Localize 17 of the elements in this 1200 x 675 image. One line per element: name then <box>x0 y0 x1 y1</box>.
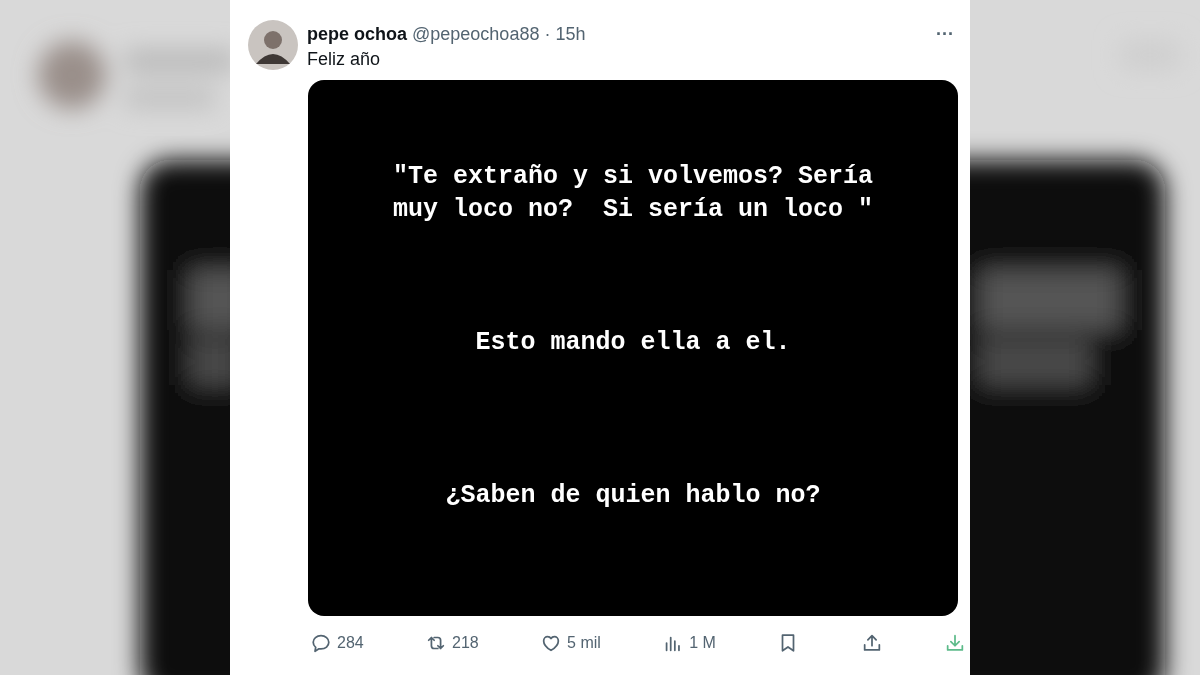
separator: · <box>544 24 551 45</box>
author-name[interactable]: pepe ochoa <box>307 24 408 45</box>
repost-button[interactable]: 218 <box>423 628 481 658</box>
image-caption: muy loco no? Si sería un loco " <box>392 194 874 226</box>
reply-button[interactable]: 284 <box>308 628 366 658</box>
image-caption: "Te extraño y si volvemos? Sería <box>392 161 874 193</box>
post-time[interactable]: 15h <box>555 24 586 45</box>
image-caption: ¿Saben de quien hablo no? <box>445 480 821 512</box>
like-button[interactable]: 5 mil <box>538 628 603 658</box>
avatar[interactable] <box>248 20 298 70</box>
author-handle[interactable]: @pepeochoa88 <box>412 24 540 45</box>
post-text: Feliz año <box>307 49 382 70</box>
more-button[interactable]: ··· <box>932 24 958 45</box>
speech-bubble-icon <box>310 632 332 654</box>
post-image[interactable]: "Te extraño y si volvemos? Sería muy loco no? Si sería un loco " Esto mando ella a el. ¿Saben de quien hablo no? <box>308 80 958 616</box>
image-caption: Esto mando ella a el. <box>475 327 791 359</box>
views-button[interactable]: 1 M <box>660 628 718 658</box>
